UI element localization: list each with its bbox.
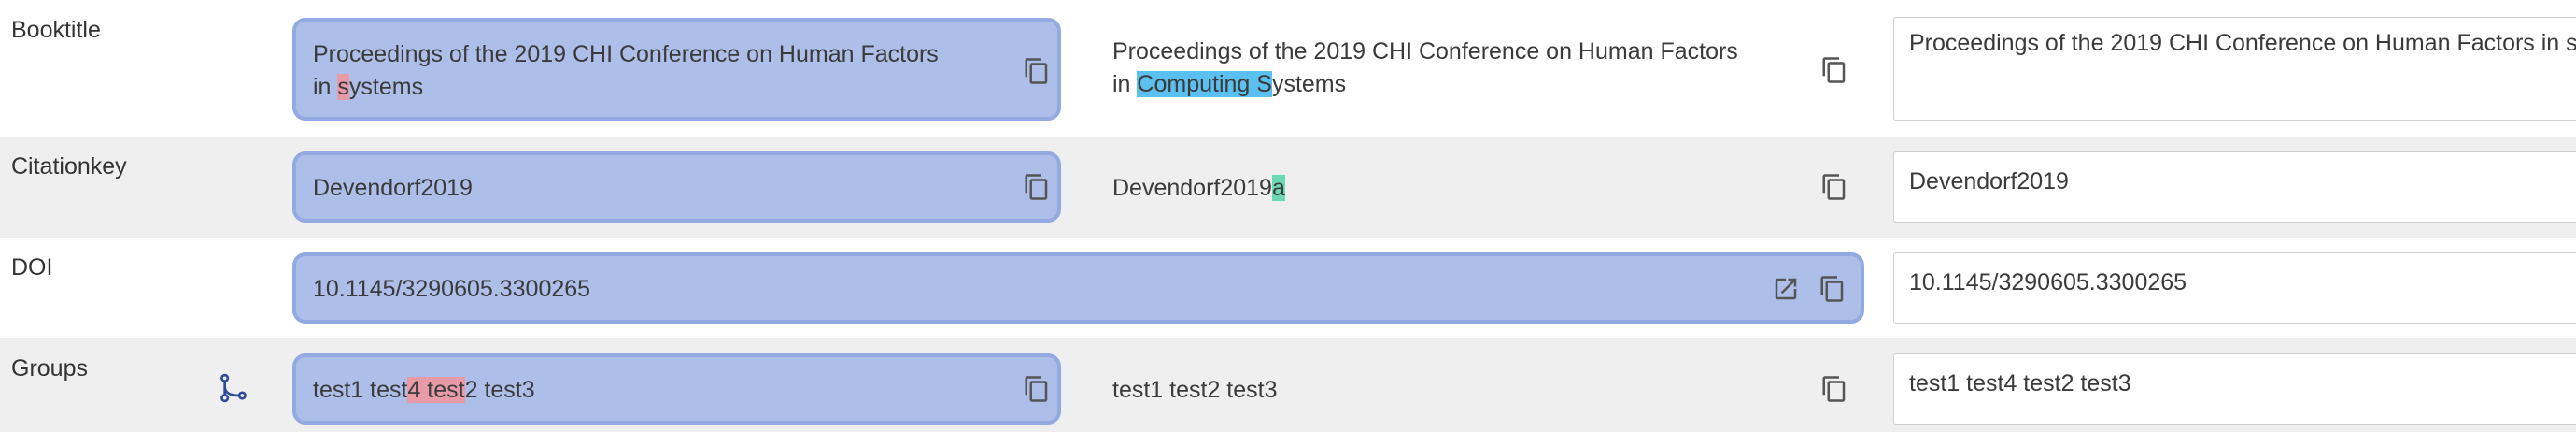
left-value-text: Proceedings of the 2019 CHI Conference o… (313, 41, 939, 100)
changed-highlight: Computing S (1137, 71, 1272, 97)
copy-icon[interactable] (1023, 56, 1051, 86)
merged-value-field[interactable]: Proceedings of the 2019 CHI Conference o… (1893, 17, 2576, 121)
open-link-icon[interactable] (1772, 274, 1800, 304)
left-value-cell[interactable]: Proceedings of the 2019 CHI Conference o… (292, 18, 1061, 121)
removed-highlight: 4 test (407, 377, 465, 403)
unified-value-cell[interactable]: 10.1145/3290605.3300265 (292, 252, 1864, 324)
merged-value-field[interactable]: test1 test4 test2 test3 (1893, 353, 2576, 425)
left-value-cell[interactable]: test1 test4 test2 test3 (292, 353, 1061, 425)
field-label: Citationkey (11, 153, 127, 180)
field-row-citationkey: Citationkey Devendorf2019 Devendorf2019a… (0, 137, 2576, 238)
merge-groups-icon[interactable] (219, 373, 248, 403)
copy-icon[interactable] (1023, 172, 1051, 202)
left-value-cell[interactable]: Devendorf2019 (292, 151, 1061, 223)
copy-icon[interactable] (1023, 374, 1051, 404)
merged-value-field[interactable]: 10.1145/3290605.3300265 (1893, 252, 2576, 324)
left-value-text: Devendorf2019 (313, 175, 473, 201)
merged-value-field[interactable]: Devendorf2019 (1893, 151, 2576, 223)
removed-highlight: s (337, 74, 349, 100)
field-label: Booktitle (11, 17, 101, 43)
copy-icon[interactable] (1820, 374, 1848, 404)
field-row-groups: Groups test1 test4 test2 test3 test1 tes… (0, 338, 2576, 432)
middle-value-text: test1 test2 test3 (1112, 377, 1278, 403)
copy-icon[interactable] (1820, 55, 1848, 85)
copy-icon[interactable] (1819, 274, 1847, 304)
field-label: DOI (11, 254, 53, 281)
middle-value-text: Proceedings of the 2019 CHI Conference o… (1112, 38, 1738, 97)
copy-icon[interactable] (1820, 172, 1848, 202)
doi-value-text: 10.1145/3290605.3300265 (313, 276, 591, 302)
middle-value-text: Devendorf2019a (1112, 175, 1285, 201)
added-highlight: a (1271, 175, 1285, 201)
field-label: Groups (11, 355, 88, 382)
left-value-text: test1 test4 test2 test3 (313, 377, 535, 403)
field-row-booktitle: Booktitle Proceedings of the 2019 CHI Co… (0, 0, 2576, 137)
field-row-doi: DOI 10.1145/3290605.3300265 10.1145/3290… (0, 238, 2576, 338)
